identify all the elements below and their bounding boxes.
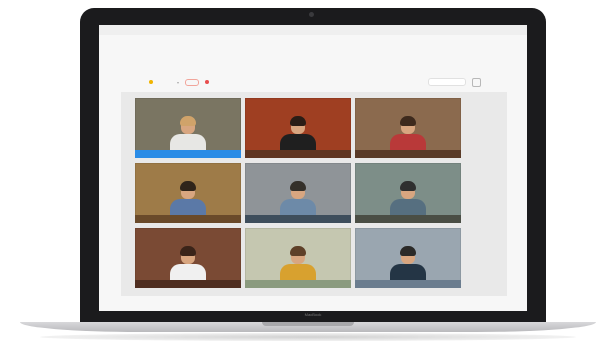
video-tile[interactable]: [355, 163, 461, 223]
laptop-shadow: [40, 333, 576, 341]
user-icon[interactable]: [472, 77, 481, 87]
video-tile[interactable]: [355, 98, 461, 158]
laptop-screen: ▾: [99, 25, 527, 311]
logo-icon: [149, 80, 153, 84]
video-tile[interactable]: [135, 163, 241, 223]
video-tile[interactable]: [135, 98, 241, 158]
status-pill[interactable]: [185, 78, 200, 86]
participant-hair: [290, 246, 306, 256]
desk-surface: [245, 150, 351, 158]
participant-hair: [400, 181, 416, 191]
video-tile[interactable]: [355, 228, 461, 288]
desk-surface: [135, 215, 241, 223]
laptop-notch: [262, 322, 354, 326]
desk-surface: [245, 280, 351, 288]
participant-hair: [180, 181, 196, 191]
participant-hair: [400, 116, 416, 126]
desk-surface: [355, 215, 461, 223]
desk-surface: [355, 280, 461, 288]
video-tile[interactable]: [245, 228, 351, 288]
participant-hair: [290, 116, 306, 126]
laptop-bezel: ▾ MacBook: [80, 8, 546, 324]
laptop-brand-label: MacBook: [304, 312, 322, 317]
chevron-down-icon[interactable]: ▾: [177, 80, 179, 85]
desk-surface: [135, 150, 241, 158]
desk-surface: [135, 280, 241, 288]
macos-menubar: [99, 25, 527, 35]
video-grid: [121, 92, 507, 296]
video-tile[interactable]: [245, 163, 351, 223]
app-toolbar: ▾: [149, 75, 481, 89]
participant-hair: [400, 246, 416, 256]
video-tile[interactable]: [135, 228, 241, 288]
participant-hair: [180, 246, 196, 256]
participant-hair: [180, 116, 196, 126]
desk-surface: [355, 150, 461, 158]
search-input[interactable]: [428, 78, 466, 86]
desk-surface: [245, 215, 351, 223]
camera-dot: [309, 12, 314, 17]
record-icon: [205, 80, 210, 84]
video-tile[interactable]: [245, 98, 351, 158]
participant-hair: [290, 181, 306, 191]
